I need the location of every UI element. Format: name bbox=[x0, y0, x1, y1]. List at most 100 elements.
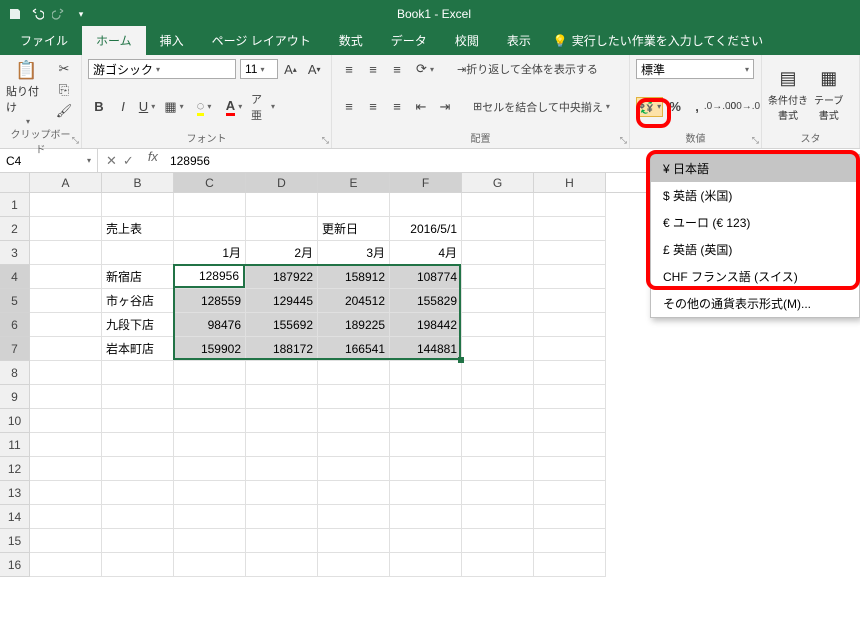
accounting-format-button[interactable]: 💱▾ bbox=[636, 97, 663, 117]
column-header[interactable]: H bbox=[534, 173, 606, 192]
borders-button[interactable]: ▦▾ bbox=[160, 97, 188, 117]
format-painter-button[interactable]: 🖌 bbox=[53, 101, 75, 121]
decrease-decimal-icon[interactable]: .00→.0 bbox=[733, 97, 755, 117]
redo-icon[interactable] bbox=[48, 3, 70, 25]
cell[interactable] bbox=[318, 505, 390, 529]
cell[interactable] bbox=[390, 409, 462, 433]
cell[interactable]: 2月 bbox=[246, 241, 318, 265]
align-left-icon[interactable]: ≡ bbox=[338, 97, 360, 117]
column-header[interactable]: B bbox=[102, 173, 174, 192]
cell[interactable] bbox=[318, 481, 390, 505]
cell[interactable] bbox=[390, 385, 462, 409]
enter-formula-icon[interactable]: ✓ bbox=[123, 153, 134, 169]
cell[interactable]: 岩本町店 bbox=[102, 337, 174, 361]
cell[interactable]: 128956 bbox=[174, 265, 246, 289]
cell[interactable] bbox=[246, 433, 318, 457]
cell[interactable] bbox=[174, 217, 246, 241]
cell[interactable] bbox=[30, 505, 102, 529]
column-header[interactable]: G bbox=[462, 173, 534, 192]
cell[interactable] bbox=[462, 217, 534, 241]
cell[interactable]: 204512 bbox=[318, 289, 390, 313]
dialog-launcher-icon[interactable]: ⤡ bbox=[322, 135, 329, 146]
cell[interactable] bbox=[246, 217, 318, 241]
cell[interactable] bbox=[246, 409, 318, 433]
cell[interactable] bbox=[318, 361, 390, 385]
cell[interactable] bbox=[462, 457, 534, 481]
row-header[interactable]: 12 bbox=[0, 457, 30, 481]
cut-button[interactable]: ✂ bbox=[53, 59, 75, 79]
row-header[interactable]: 13 bbox=[0, 481, 30, 505]
tab-home[interactable]: ホーム bbox=[82, 26, 146, 55]
cell[interactable]: 158912 bbox=[318, 265, 390, 289]
cell[interactable] bbox=[102, 385, 174, 409]
dialog-launcher-icon[interactable]: ⤡ bbox=[752, 135, 759, 146]
column-header[interactable]: E bbox=[318, 173, 390, 192]
tell-me-search[interactable]: 💡 実行したい作業を入力してください bbox=[545, 26, 771, 55]
cell[interactable] bbox=[102, 361, 174, 385]
cell[interactable] bbox=[246, 553, 318, 577]
cell[interactable] bbox=[174, 193, 246, 217]
cell[interactable]: 128559 bbox=[174, 289, 246, 313]
cell[interactable]: 155829 bbox=[390, 289, 462, 313]
cell[interactable] bbox=[30, 361, 102, 385]
cell[interactable] bbox=[30, 241, 102, 265]
column-header[interactable]: A bbox=[30, 173, 102, 192]
cell[interactable] bbox=[390, 193, 462, 217]
select-all-corner[interactable] bbox=[0, 173, 30, 192]
cell[interactable] bbox=[462, 265, 534, 289]
cell[interactable] bbox=[102, 553, 174, 577]
cell[interactable] bbox=[318, 529, 390, 553]
align-middle-icon[interactable]: ≡ bbox=[362, 59, 384, 79]
cell[interactable] bbox=[390, 529, 462, 553]
tab-review[interactable]: 校閲 bbox=[441, 26, 493, 55]
cell[interactable]: 187922 bbox=[246, 265, 318, 289]
cell[interactable] bbox=[102, 481, 174, 505]
cell[interactable] bbox=[174, 409, 246, 433]
row-header[interactable]: 4 bbox=[0, 265, 30, 289]
cell[interactable] bbox=[174, 481, 246, 505]
font-name-combo[interactable]: 游ゴシック▾ bbox=[88, 59, 236, 79]
currency-menu-item[interactable]: ¥ 日本語 bbox=[651, 155, 859, 182]
italic-button[interactable]: I bbox=[112, 97, 134, 117]
align-right-icon[interactable]: ≡ bbox=[386, 97, 408, 117]
cell[interactable] bbox=[534, 265, 606, 289]
bold-button[interactable]: B bbox=[88, 97, 110, 117]
cell[interactable]: 3月 bbox=[318, 241, 390, 265]
cell[interactable] bbox=[30, 337, 102, 361]
tab-formulas[interactable]: 数式 bbox=[325, 26, 377, 55]
phonetic-button[interactable]: ア亜▾ bbox=[250, 97, 276, 117]
row-header[interactable]: 7 bbox=[0, 337, 30, 361]
row-header[interactable]: 5 bbox=[0, 289, 30, 313]
cell[interactable]: 2016/5/1 bbox=[390, 217, 462, 241]
cell[interactable] bbox=[462, 289, 534, 313]
cell[interactable] bbox=[534, 289, 606, 313]
tab-data[interactable]: データ bbox=[377, 26, 441, 55]
fx-icon[interactable]: fx bbox=[142, 149, 164, 172]
decrease-indent-icon[interactable]: ⇤ bbox=[410, 97, 432, 117]
underline-button[interactable]: U▾ bbox=[136, 97, 158, 117]
cell[interactable] bbox=[102, 409, 174, 433]
column-header[interactable]: D bbox=[246, 173, 318, 192]
fill-color-button[interactable]: ◌▾ bbox=[190, 97, 218, 117]
cell[interactable] bbox=[390, 481, 462, 505]
undo-icon[interactable] bbox=[26, 3, 48, 25]
currency-menu-item[interactable]: その他の通貨表示形式(M)... bbox=[651, 290, 859, 317]
cell[interactable] bbox=[534, 313, 606, 337]
row-header[interactable]: 6 bbox=[0, 313, 30, 337]
cell[interactable] bbox=[30, 265, 102, 289]
tab-file[interactable]: ファイル bbox=[6, 26, 82, 55]
column-header[interactable]: F bbox=[390, 173, 462, 192]
cell[interactable] bbox=[390, 457, 462, 481]
cell[interactable] bbox=[462, 409, 534, 433]
cell[interactable] bbox=[534, 241, 606, 265]
row-header[interactable]: 8 bbox=[0, 361, 30, 385]
cell[interactable] bbox=[246, 385, 318, 409]
cell[interactable]: 更新日 bbox=[318, 217, 390, 241]
cell[interactable] bbox=[462, 385, 534, 409]
cell[interactable] bbox=[102, 433, 174, 457]
percent-button[interactable]: % bbox=[665, 97, 685, 117]
cell[interactable] bbox=[318, 385, 390, 409]
cell[interactable] bbox=[30, 385, 102, 409]
conditional-format-button[interactable]: ▤ 条件付き 書式 bbox=[768, 68, 808, 122]
wrap-text-button[interactable]: ⇥ 折り返して全体を表示する bbox=[452, 59, 603, 79]
